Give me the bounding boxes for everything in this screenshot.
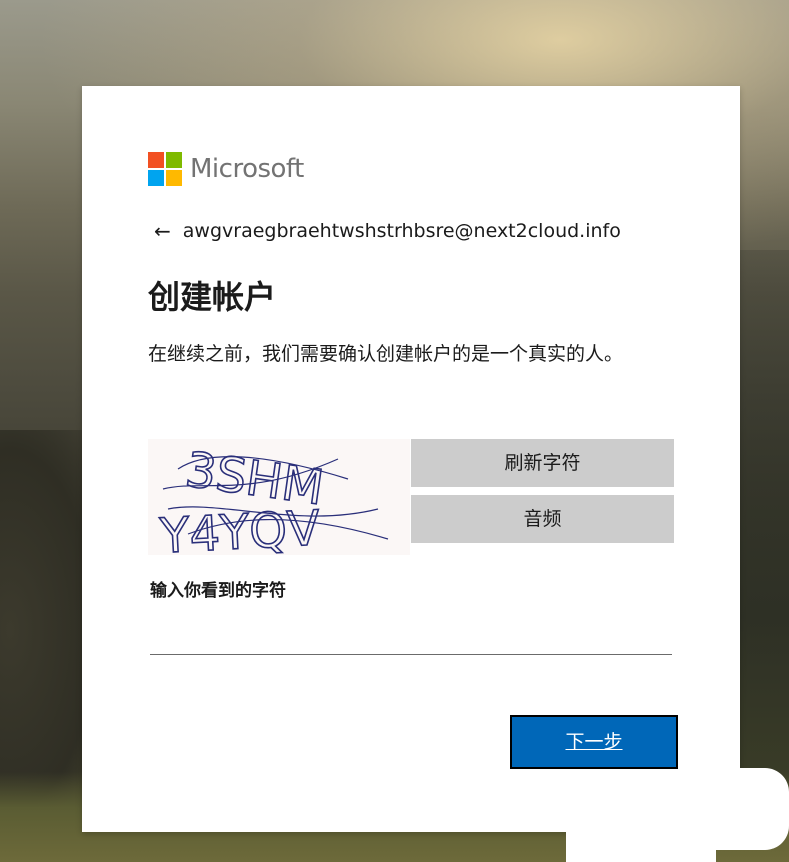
captcha-input-label: 输入你看到的字符 [150,581,286,601]
logo-square-yellow [166,170,182,186]
left-arrow-icon[interactable]: ← [154,219,171,243]
microsoft-logo: Microsoft [148,152,304,186]
identity-banner: ← awgvraegbraehtwshstrhbsre@next2cloud.i… [154,219,621,243]
refresh-characters-button[interactable]: 刷新字符 [411,439,674,487]
identity-email: awgvraegbraehtwshstrhbsre@next2cloud.inf… [182,220,621,242]
captcha-text-line2: Y4YQV [158,500,322,555]
captcha-input[interactable] [150,616,672,655]
page-title: 创建帐户 [148,278,277,316]
captcha-image: 3SHM Y4YQV [148,439,410,565]
redaction-patch [586,770,676,810]
logo-square-red [148,152,164,168]
logo-square-green [166,152,182,168]
audio-captcha-button[interactable]: 音频 [411,495,674,543]
redaction-patch [690,768,789,850]
signup-card: Microsoft ← awgvraegbraehtwshstrhbsre@ne… [82,86,740,832]
logo-square-blue [148,170,164,186]
page-description: 在继续之前，我们需要确认创建帐户的是一个真实的人。 [148,343,624,365]
next-button[interactable]: 下一步 [510,715,678,769]
logo-wordmark: Microsoft [190,154,304,184]
captcha-graphic: 3SHM Y4YQV [148,439,410,565]
microsoft-logo-icon [148,152,182,186]
